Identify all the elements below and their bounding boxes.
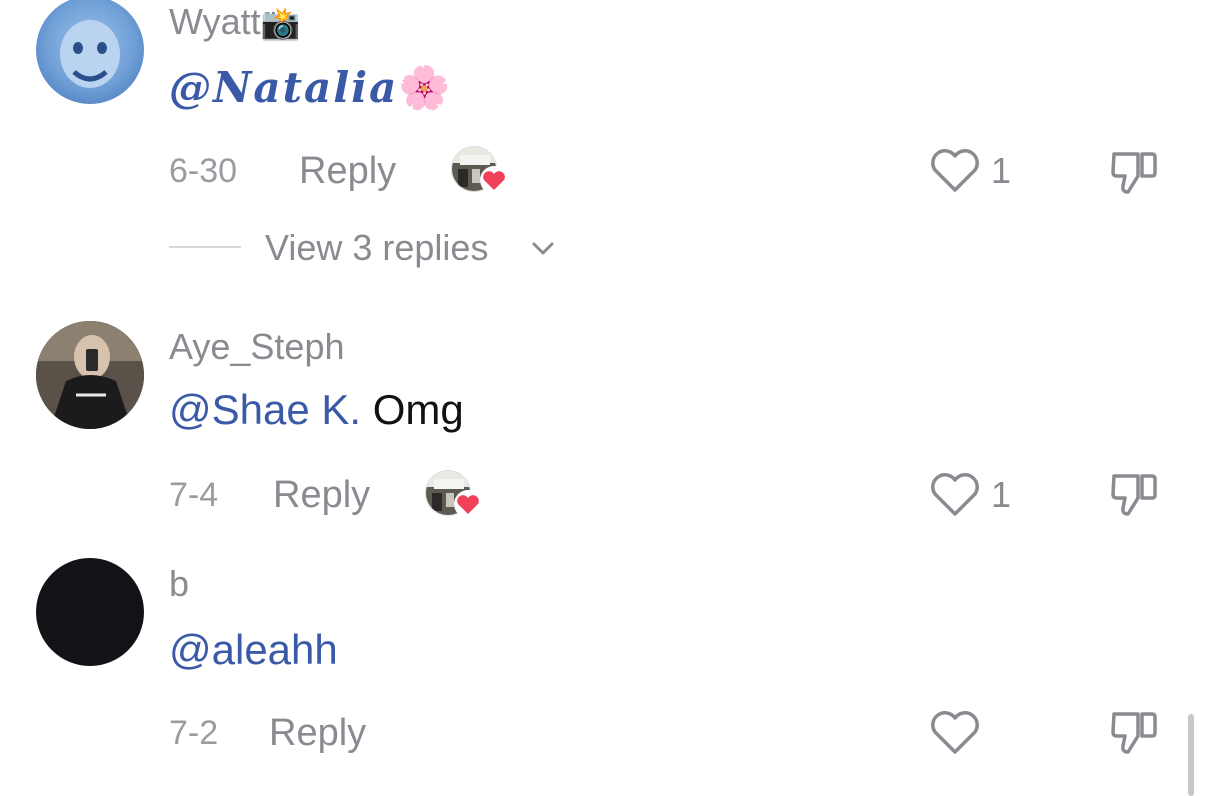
comment-text: @aleahh [169,626,338,674]
mention-link[interactable]: @aleahh [169,626,338,673]
comment-meta: 7-2 Reply [169,708,409,758]
thumbs-down-icon[interactable] [1108,706,1160,758]
comment-date: 7-2 [169,714,219,752]
scrollbar[interactable] [1188,714,1194,796]
comment-item: b @aleahh 7-2 Reply [0,0,1206,796]
heart-outline-icon[interactable] [928,708,982,758]
comment-username[interactable]: b [169,564,189,604]
avatar[interactable] [36,558,144,666]
reply-button[interactable]: Reply [269,708,366,758]
